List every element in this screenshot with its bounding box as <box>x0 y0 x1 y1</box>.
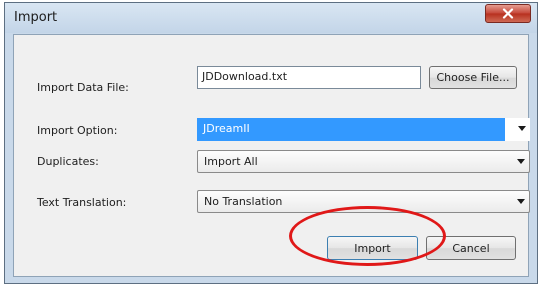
dialog-title: Import <box>14 10 58 25</box>
import-option-value: JDreamII <box>203 122 250 135</box>
title-bar: Import <box>5 3 537 33</box>
chevron-down-icon <box>517 159 525 164</box>
cancel-button[interactable]: Cancel <box>426 236 516 260</box>
duplicates-dropdown[interactable]: Import All <box>197 150 530 173</box>
import-option-label: Import Option: <box>37 124 118 137</box>
chevron-down-icon <box>518 126 526 131</box>
import-data-file-label: Import Data File: <box>37 81 129 94</box>
text-translation-label: Text Translation: <box>37 196 127 209</box>
import-option-dropdown[interactable]: JDreamII <box>197 118 530 141</box>
import-button[interactable]: Import <box>327 236 418 260</box>
chevron-down-icon <box>517 199 525 204</box>
import-data-file-input[interactable]: JDDownload.txt <box>197 66 421 89</box>
dialog-body: Import Data File: JDDownload.txt Choose … <box>13 34 530 277</box>
duplicates-label: Duplicates: <box>37 155 99 168</box>
duplicates-value: Import All <box>204 155 258 168</box>
text-translation-value: No Translation <box>204 195 283 208</box>
choose-file-button[interactable]: Choose File... <box>429 66 517 89</box>
text-translation-dropdown[interactable]: No Translation <box>197 190 530 213</box>
import-dialog: Import Import Data File: JDDownload.txt … <box>4 2 538 284</box>
close-button[interactable] <box>485 4 531 23</box>
close-icon <box>502 8 514 19</box>
